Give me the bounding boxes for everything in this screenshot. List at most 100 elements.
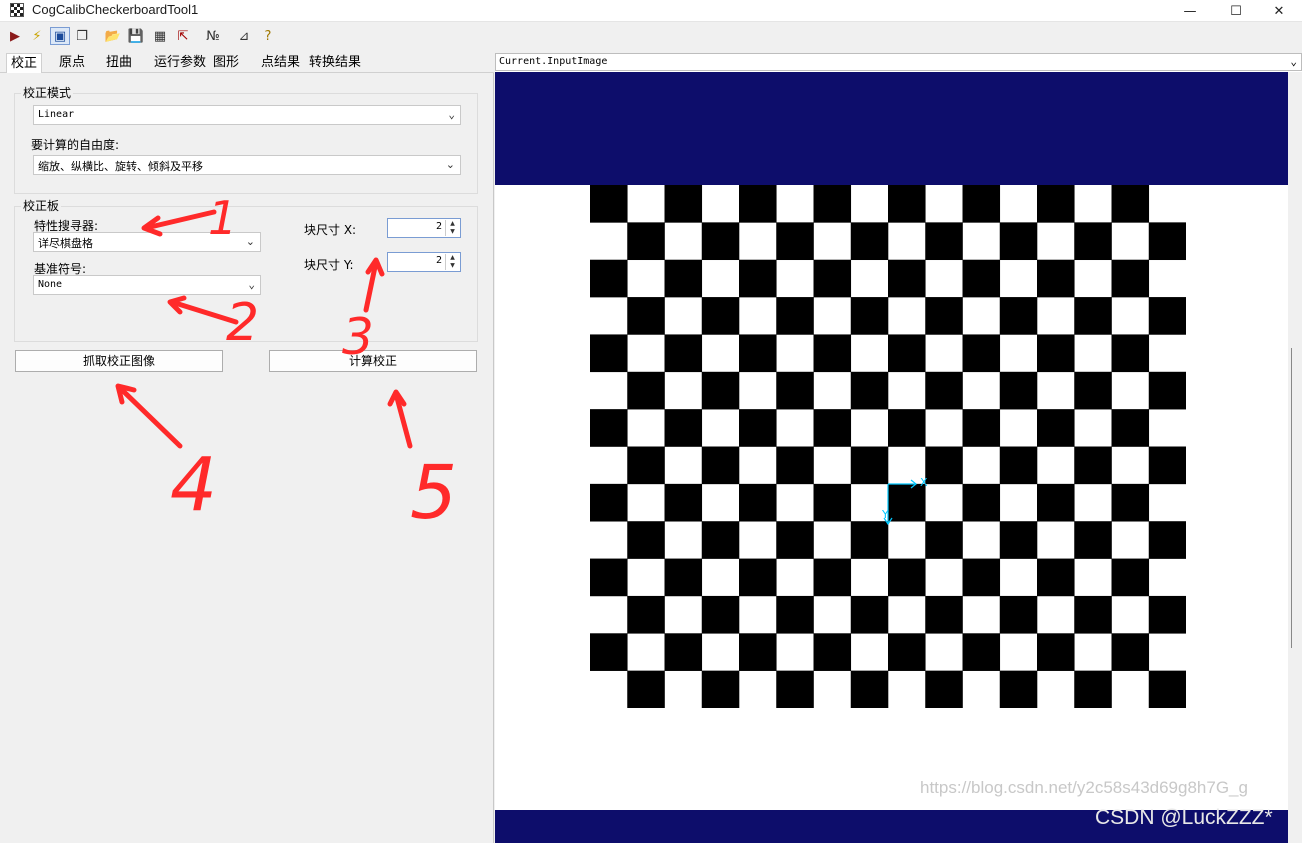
checker-square	[962, 558, 1001, 597]
lightning-icon[interactable]: ⚡	[27, 27, 47, 45]
tile-size-y-label: 块尺寸 Y:	[304, 258, 354, 272]
tab-4[interactable]: 图形	[209, 53, 243, 73]
checker-square	[701, 670, 740, 708]
checker-square	[627, 297, 665, 335]
checker-square	[1148, 371, 1186, 410]
checker-square	[1111, 483, 1150, 522]
vertical-scrollbar[interactable]	[1288, 72, 1302, 843]
checker-square	[776, 595, 814, 634]
checker-square	[1148, 297, 1186, 335]
checker-square	[1074, 670, 1112, 708]
tab-0[interactable]: 校正	[6, 53, 43, 74]
checker-square	[627, 521, 665, 559]
checker-square	[776, 371, 814, 410]
checker-square	[776, 222, 814, 261]
checker-square	[888, 633, 926, 671]
title-bar: CogCalibCheckerboardTool1 — ☐ ✕	[0, 0, 1302, 22]
checker-square	[888, 409, 926, 447]
checker-square	[999, 670, 1038, 708]
tile-size-y-value: 2	[435, 255, 442, 266]
help-icon[interactable]: ?	[258, 27, 278, 45]
checker-square	[776, 297, 814, 335]
checker-square	[1148, 446, 1186, 485]
tab-1[interactable]: 原点	[55, 53, 89, 73]
save-icon[interactable]: 💾	[126, 27, 146, 45]
image-selector[interactable]: Current.InputImage ⌄	[495, 53, 1302, 71]
feature-finder-select[interactable]: 详尽棋盘格 ⌄	[33, 232, 261, 252]
checker-square	[813, 633, 852, 671]
spin-updown-icon[interactable]: ▲ ▼	[445, 254, 459, 270]
close-icon: ✕	[1273, 3, 1285, 19]
checker-square	[1148, 670, 1186, 708]
url-watermark: https://blog.csdn.net/y2c58s43d69g8h7G_g	[920, 778, 1248, 797]
checker-square	[813, 259, 852, 298]
tile-size-x-input[interactable]: 2 ▲ ▼	[387, 218, 461, 238]
compute-calibration-button[interactable]: 计算校正	[269, 350, 477, 372]
settings-grid-icon[interactable]: ▦	[150, 27, 170, 45]
checker-square	[701, 222, 740, 261]
checker-square	[999, 222, 1038, 261]
checker-square	[627, 371, 665, 410]
checker-square	[1111, 409, 1150, 447]
checkerboard-svg	[590, 185, 1186, 708]
checker-square	[739, 185, 777, 223]
checker-square	[888, 558, 926, 597]
checker-square	[627, 222, 665, 261]
coordinate-axes-graphic: X Y	[881, 476, 928, 526]
tab-2[interactable]: 扭曲	[102, 53, 136, 73]
checker-square	[701, 595, 740, 634]
ruler-icon[interactable]: ⊿	[234, 27, 254, 45]
fiducial-select[interactable]: None ⌄	[33, 275, 261, 295]
tab-3[interactable]: 运行参数	[150, 53, 210, 73]
spin-updown-icon[interactable]: ▲ ▼	[445, 220, 459, 236]
tile-size-y-input[interactable]: 2 ▲ ▼	[387, 252, 461, 272]
numeric-icon[interactable]: №	[203, 27, 223, 45]
checker-square	[739, 259, 777, 298]
chevron-down-icon: ⌄	[1290, 55, 1297, 68]
checker-square	[1037, 185, 1075, 223]
windows-icon[interactable]: ❐	[72, 27, 92, 45]
checkerboard-app-icon	[10, 3, 24, 17]
checker-square	[1037, 558, 1075, 597]
minimize-button[interactable]: —	[1167, 0, 1213, 22]
image-top-band	[495, 72, 1288, 185]
run-icon[interactable]: ▶	[5, 27, 25, 45]
tab-6[interactable]: 转换结果	[305, 53, 365, 73]
checker-square	[664, 334, 703, 373]
image-display-icon[interactable]: ▣	[50, 27, 70, 45]
tile-size-x-value: 2	[435, 221, 442, 232]
import-icon[interactable]: ⇱	[173, 27, 193, 45]
scrollbar-thumb[interactable]	[1291, 348, 1299, 648]
checker-square	[888, 185, 926, 223]
axis-y-label: Y	[881, 508, 889, 521]
checker-square	[962, 334, 1001, 373]
checker-square	[1074, 222, 1112, 261]
calibration-mode-select[interactable]: Linear ⌄	[33, 105, 461, 125]
chevron-down-icon: ⌄	[445, 158, 455, 171]
checker-square	[999, 297, 1038, 335]
checker-square	[813, 185, 852, 223]
checker-square	[664, 633, 703, 671]
checker-square	[999, 521, 1038, 559]
close-button[interactable]: ✕	[1256, 0, 1302, 22]
dof-select[interactable]: 缩放、纵横比、旋转、倾斜及平移 ⌄	[33, 155, 461, 175]
dof-label: 要计算的自由度:	[31, 138, 120, 152]
checker-square	[664, 409, 703, 447]
checker-square	[739, 483, 777, 522]
checker-square	[776, 446, 814, 485]
author-watermark: CSDN @LuckZZZ*	[1095, 806, 1273, 829]
checker-square	[850, 595, 889, 634]
maximize-button[interactable]: ☐	[1213, 0, 1259, 22]
toolbar: ▶ ⚡ ▣ ❐ 📂 💾 ▦ ⇱ № ⊿?	[0, 23, 494, 49]
image-selector-value: Current.InputImage	[499, 56, 608, 67]
checker-square	[664, 483, 703, 522]
checker-square	[590, 633, 628, 671]
checker-square	[1148, 521, 1186, 559]
checker-square	[701, 371, 740, 410]
image-canvas[interactable]: X Y https://blog.csdn.net/y2c58s43d69g8h…	[495, 72, 1288, 843]
checker-square	[1037, 334, 1075, 373]
grab-calibration-image-button[interactable]: 抓取校正图像	[15, 350, 223, 372]
chevron-down-icon: ⌄	[448, 108, 455, 121]
tab-5[interactable]: 点结果	[257, 53, 304, 73]
open-folder-icon[interactable]: 📂	[103, 27, 123, 45]
